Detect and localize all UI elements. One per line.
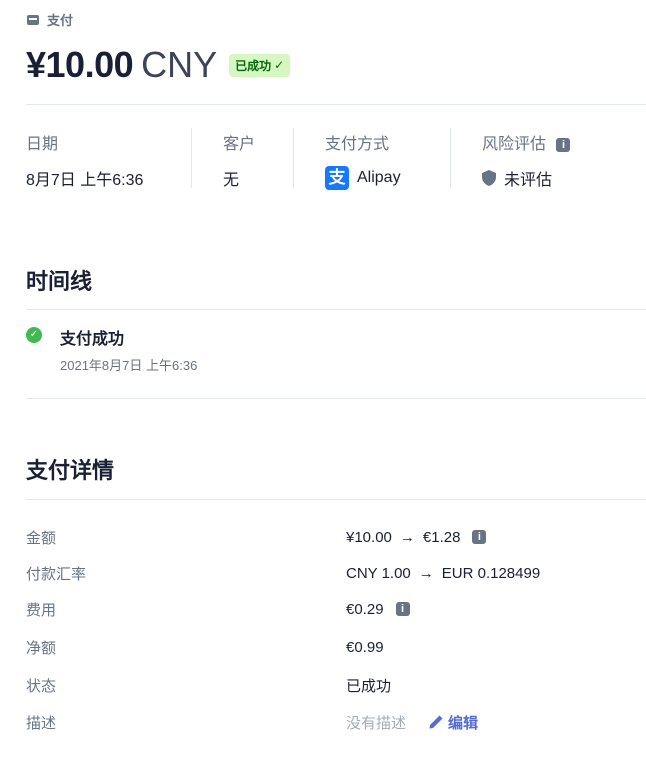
detail-value: ¥10.00 → €1.28 i (346, 528, 487, 546)
summary-customer: 客户 无 (223, 130, 255, 190)
detail-value: €0.29 i (346, 601, 410, 618)
info-icon[interactable]: i (472, 530, 487, 544)
pencil-icon (429, 715, 443, 729)
payment-method-name: Alipay (357, 169, 401, 186)
date-value: 8月7日 上午6:36 (26, 172, 144, 189)
detail-label: 净额 (26, 639, 57, 657)
amount-header: ¥10.00 CNY 已成功 ✓ (26, 44, 291, 86)
summary-date: 日期 8月7日 上午6:36 (26, 130, 143, 190)
rate-from: CNY 1.00 (346, 564, 411, 582)
status-badge-label: 已成功 (235, 58, 272, 73)
arrow-right-icon: → (399, 528, 415, 546)
risk-value: 未评估 (482, 166, 570, 190)
rate-to: EUR 0.128499 (441, 564, 541, 582)
divider (26, 309, 646, 310)
payment-method-label: 支付方式 (325, 136, 390, 153)
edit-description-button[interactable]: 编辑 (428, 712, 478, 733)
risk-label-row: 风险评估 i (482, 130, 571, 154)
breadcrumb[interactable]: 支付 (27, 10, 73, 29)
divider (293, 128, 294, 188)
detail-row-status: 状态 已成功 (26, 667, 646, 703)
fee-value: €0.29 (346, 600, 384, 618)
detail-label: 金额 (26, 529, 57, 547)
summary-risk: 风险评估 i 未评估 (482, 130, 571, 190)
risk-label: 风险评估 (482, 136, 547, 153)
divider (191, 128, 192, 188)
detail-row-exchange-rate: 付款汇率 CNY 1.00 → EUR 0.128499 (26, 555, 646, 591)
amount-to: €1.28 (422, 528, 461, 546)
details-title: 支付详情 (26, 458, 115, 483)
customer-label: 客户 (223, 136, 256, 153)
alipay-icon: 支 (325, 166, 349, 190)
breadcrumb-label: 支付 (47, 13, 74, 28)
status-badge: 已成功 ✓ (229, 53, 291, 77)
detail-label: 状态 (26, 677, 57, 695)
payment-card-icon (27, 14, 39, 25)
amount-from: ¥10.00 (346, 528, 392, 546)
detail-row-description: 描述 没有描述 编辑 (26, 704, 646, 740)
divider (26, 499, 646, 500)
description-value: 没有描述 (346, 714, 407, 732)
divider (26, 104, 646, 105)
detail-value: CNY 1.00 → EUR 0.128499 (346, 565, 540, 582)
shield-icon (482, 170, 496, 186)
timeline-event: ✓ 支付成功 2021年8月7日 上午6:36 (26, 325, 197, 374)
date-label: 日期 (26, 136, 59, 153)
info-icon[interactable]: i (395, 602, 410, 616)
detail-row-net: 净额 €0.99 (26, 629, 646, 665)
net-value: €0.99 (346, 638, 384, 656)
success-check-icon: ✓ (26, 327, 42, 343)
detail-row-fee: 费用 €0.29 i (26, 591, 646, 627)
risk-value-text: 未评估 (504, 172, 553, 189)
timeline-event-title: 支付成功 (60, 331, 125, 348)
divider (26, 398, 646, 399)
divider (450, 128, 451, 188)
detail-label: 描述 (26, 714, 57, 732)
checkmark-icon: ✓ (274, 58, 285, 72)
payment-method-value: 支 Alipay (325, 166, 401, 190)
detail-label: 费用 (26, 601, 57, 619)
summary-payment-method: 支付方式 支 Alipay (325, 130, 401, 190)
status-value: 已成功 (346, 677, 392, 695)
payment-amount: ¥10.00 (26, 44, 134, 85)
info-icon[interactable]: i (556, 137, 571, 152)
arrow-right-icon: → (418, 564, 434, 582)
edit-label: 编辑 (448, 714, 479, 732)
customer-value: 无 (223, 172, 240, 189)
payment-currency: CNY (141, 44, 218, 85)
detail-value: 没有描述 编辑 (346, 712, 478, 733)
timeline-title: 时间线 (26, 269, 93, 294)
timeline-event-time: 2021年8月7日 上午6:36 (60, 358, 198, 373)
detail-label: 付款汇率 (26, 565, 87, 583)
detail-row-amount: 金额 ¥10.00 → €1.28 i (26, 519, 646, 555)
